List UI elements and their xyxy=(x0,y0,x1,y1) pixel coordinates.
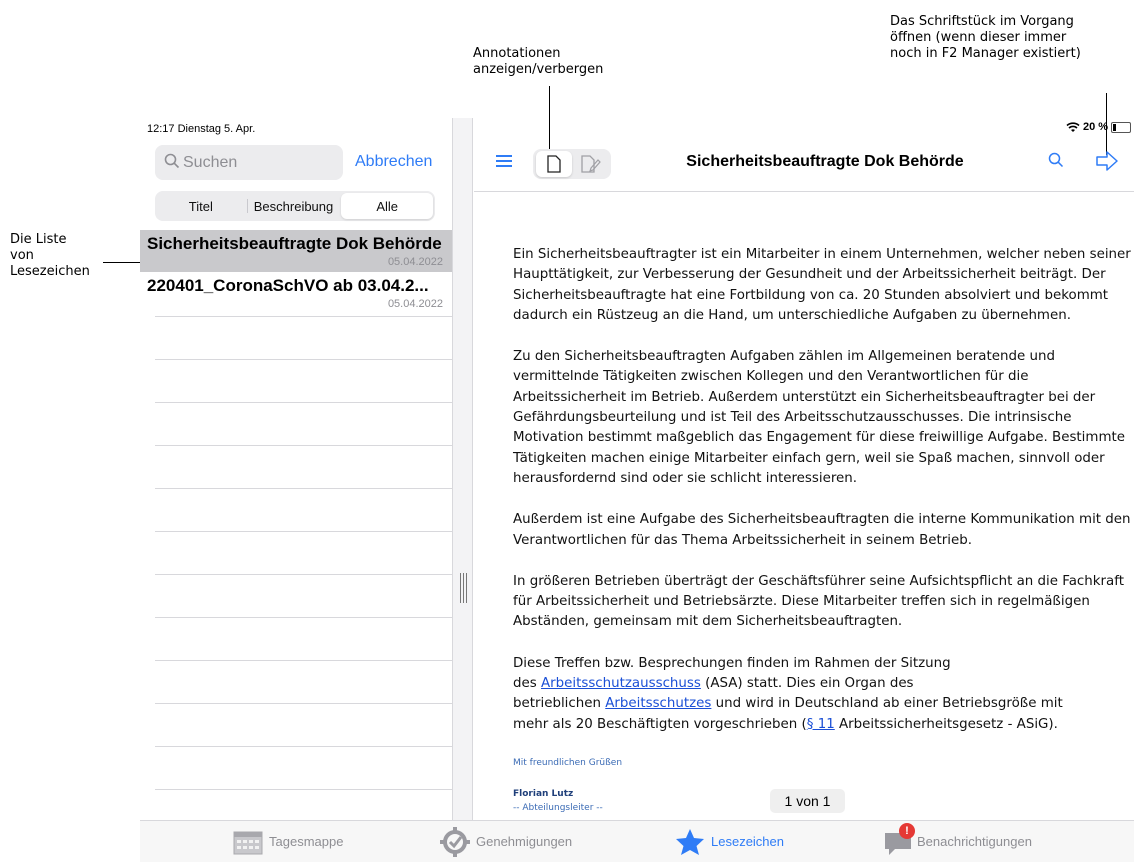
search-placeholder: Suchen xyxy=(183,154,238,171)
split-view-divider[interactable] xyxy=(452,118,473,820)
list-separator xyxy=(155,703,452,704)
tab-benachrichtigungen[interactable]: ! Benachrichtigungen xyxy=(883,821,1032,862)
segment-beschreibung[interactable]: Beschreibung xyxy=(248,191,340,221)
list-separator xyxy=(155,789,452,790)
callout-annotations: Annotationen anzeigen/verbergen xyxy=(473,46,604,77)
tab-tagesmappe[interactable]: Tagesmappe xyxy=(233,821,343,862)
list-separator xyxy=(155,574,452,575)
list-separator xyxy=(155,660,452,661)
star-icon xyxy=(676,828,704,855)
list-separator xyxy=(155,402,452,403)
tab-label: Genehmigungen xyxy=(476,834,573,849)
bookmark-row-2[interactable]: 220401_CoronaSchVO ab 03.04.2... 05.04.2… xyxy=(140,272,452,316)
tab-lesezeichen[interactable]: Lesezeichen xyxy=(675,821,784,862)
document-icon xyxy=(547,155,561,173)
battery-icon xyxy=(1111,121,1132,133)
search-icon xyxy=(164,153,180,169)
doc-signature-role: -- Abteilungsleiter -- xyxy=(513,803,603,813)
doc-signature-name: Florian Lutz xyxy=(513,789,574,799)
bookmark-date: 05.04.2022 xyxy=(387,256,443,268)
segment-alle[interactable]: Alle xyxy=(341,193,434,219)
status-right: 20 % xyxy=(1066,121,1132,133)
list-separator xyxy=(155,531,452,532)
tab-genehmigungen[interactable]: Genehmigungen xyxy=(440,821,572,862)
doc-paragraph: In größeren Betrieben überträgt der Gesc… xyxy=(513,573,1124,630)
annotated-document-icon[interactable] xyxy=(581,155,601,173)
doc-paragraph: Zu den Sicherheitsbeauftragten Aufgaben … xyxy=(513,349,1125,486)
callout-line-bookmark-list xyxy=(103,262,140,263)
battery-percent: 20 % xyxy=(1083,121,1109,133)
doc-paragraph: Außerdem ist eine Aufgabe des Sicherheit… xyxy=(513,512,1131,548)
status-time-date: 12:17 Dienstag 5. Apr. xyxy=(147,123,256,135)
doc-paragraph: Diese Treffen bzw. Besprechungen finden … xyxy=(513,655,1063,732)
document-body: Ein Sicherheitsbeauftragter ist ein Mita… xyxy=(513,245,1133,735)
bookmark-row-1[interactable]: Sicherheitsbeauftragte Dok Behörde 05.04… xyxy=(140,230,452,272)
wifi-icon xyxy=(1066,121,1080,132)
drag-handle-line xyxy=(460,573,461,603)
show-annotations-button[interactable] xyxy=(536,151,572,177)
drag-handle-line xyxy=(466,573,467,603)
document-title: Sicherheitsbeauftragte Dok Behörde xyxy=(686,153,964,170)
open-document-arrow-icon[interactable] xyxy=(1096,151,1118,171)
cancel-button[interactable]: Abbrechen xyxy=(355,153,432,171)
drag-handle-line xyxy=(463,573,464,603)
segment-titel[interactable]: Titel xyxy=(155,191,247,221)
notification-badge: ! xyxy=(899,822,915,839)
toolbar-separator xyxy=(474,191,1134,192)
link-arbeitsschutzes[interactable]: Arbeitsschutzes xyxy=(605,696,711,711)
search-input[interactable]: Suchen xyxy=(155,145,343,180)
bookmark-date: 05.04.2022 xyxy=(387,298,443,310)
list-separator xyxy=(155,316,452,317)
link-paragraph-11[interactable]: § 11 xyxy=(807,717,835,732)
list-separator xyxy=(155,617,452,618)
list-separator xyxy=(155,445,452,446)
callout-bookmark-list: Die Liste von Lesezeichen xyxy=(10,232,90,279)
doc-paragraph: Ein Sicherheitsbeauftragter ist ein Mita… xyxy=(513,247,1131,323)
bookmark-title: Sicherheitsbeauftragte Dok Behörde xyxy=(147,234,442,253)
calendar-icon xyxy=(233,831,263,854)
page-indicator: 1 von 1 xyxy=(770,789,845,813)
tab-label: Benachrichtigungen xyxy=(917,834,1032,849)
list-separator xyxy=(155,359,452,360)
tab-label: Tagesmappe xyxy=(269,834,344,849)
list-separator xyxy=(155,746,452,747)
check-gear-icon xyxy=(440,826,470,857)
tab-bar: Tagesmappe Genehmigungen Lesezeichen ! B… xyxy=(140,820,1134,862)
callout-open-document: Das Schriftstück im Vorgang öffnen (wenn… xyxy=(890,14,1081,61)
link-arbeitsschutzausschuss[interactable]: Arbeitsschutzausschuss xyxy=(541,676,701,691)
search-icon[interactable] xyxy=(1048,152,1064,168)
doc-greeting: Mit freundlichen Grüßen xyxy=(513,758,623,768)
filter-segmented-control: Titel Beschreibung Alle xyxy=(155,191,435,221)
tab-label: Lesezeichen xyxy=(711,834,784,849)
callout-line-annotations xyxy=(549,86,550,154)
bookmark-title: 220401_CoronaSchVO ab 03.04.2... xyxy=(147,276,429,295)
chat-bubble-icon: ! xyxy=(883,822,915,857)
list-separator xyxy=(155,488,452,489)
menu-icon[interactable] xyxy=(496,154,512,168)
